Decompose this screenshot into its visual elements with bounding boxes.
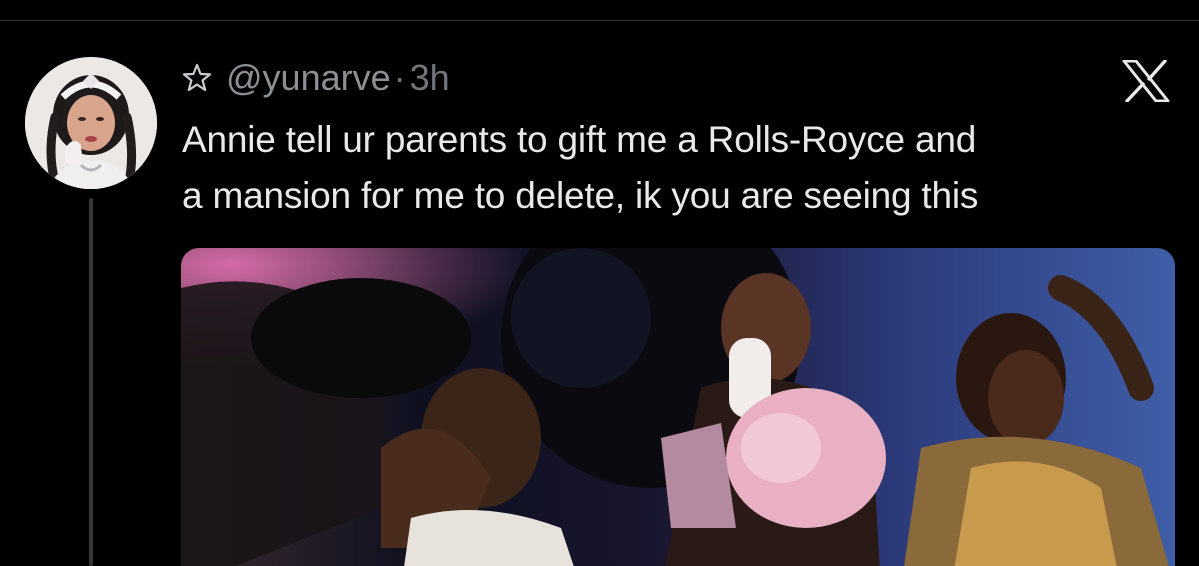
media-image [181, 248, 1175, 566]
tweet-header: @yunarve · 3h [182, 57, 450, 99]
avatar-image [25, 57, 157, 189]
x-logo-icon[interactable] [1122, 60, 1170, 102]
thread-line [89, 198, 93, 566]
tweet-text: Annie tell ur parents to gift me a Rolls… [182, 112, 1182, 224]
tweet-timestamp[interactable]: 3h [410, 57, 450, 99]
tweet-text-line: Annie tell ur parents to gift me a Rolls… [182, 119, 977, 160]
header-separator: · [393, 57, 406, 98]
user-handle[interactable]: @yunarve [226, 57, 391, 99]
tweet-screen: @yunarve · 3h Annie tell ur parents to g… [0, 0, 1199, 566]
star-outline-icon [182, 63, 212, 92]
top-divider [0, 20, 1199, 21]
avatar[interactable] [25, 57, 157, 189]
tweet-text-line: a mansion for me to delete, ik you are s… [182, 175, 979, 216]
tweet-media[interactable] [181, 248, 1175, 566]
